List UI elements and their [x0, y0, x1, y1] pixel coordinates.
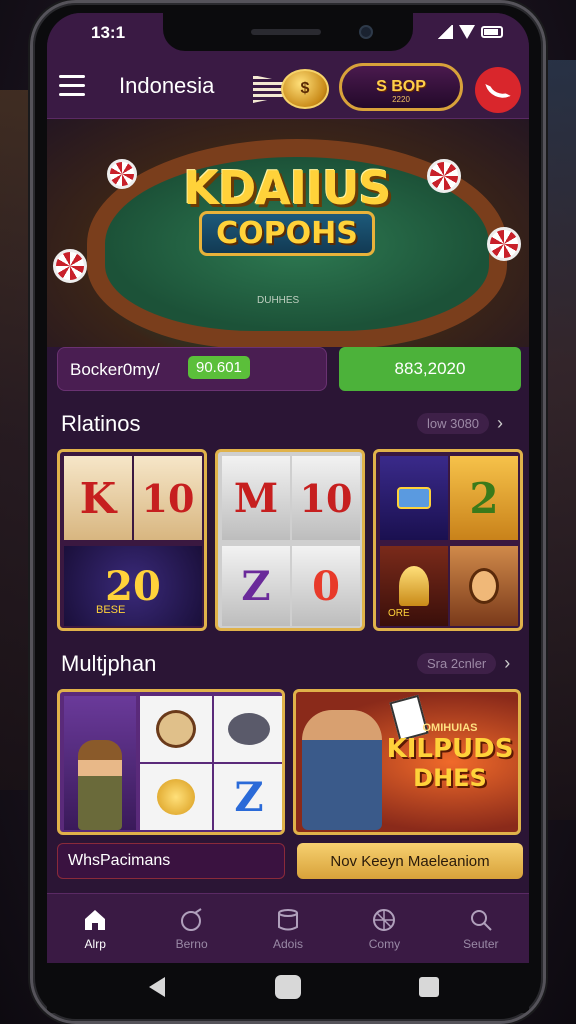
balance-panel: Bocker0my/ 90.601 — [57, 347, 327, 391]
recent-apps-icon[interactable] — [419, 977, 439, 997]
reel-symbol: 10 — [134, 456, 202, 540]
coin-bag-icon — [140, 764, 212, 830]
region-title: Indonesia — [119, 73, 215, 98]
reel-symbol: K — [64, 456, 132, 540]
chevron-right-icon: › — [497, 413, 504, 433]
coin-icon: $ — [281, 69, 329, 109]
hero-subtitle: DUHHES — [257, 295, 300, 306]
call-button[interactable] — [475, 67, 521, 113]
nav-label: Berno — [175, 936, 208, 951]
reel-label: ORE — [388, 608, 410, 619]
nav-item-community[interactable]: Comy — [336, 894, 432, 963]
game-name-button[interactable]: WhsPacimans — [57, 843, 285, 879]
promo-title: OMIHUIAS KILPUDS DHES — [384, 722, 516, 792]
section-title: Rlatinos — [61, 411, 141, 436]
app-header: Indonesia $ S BOP 2220 — [47, 53, 529, 119]
speaker-grille — [251, 29, 321, 35]
section-title: Multjphan — [61, 651, 157, 676]
promo-line3: DHES — [413, 764, 487, 792]
reel-label: BESE — [96, 604, 126, 616]
slot-machine-icon — [380, 456, 448, 540]
cup-icon — [278, 908, 299, 930]
see-all-label: low 3080 — [417, 413, 490, 434]
hero-title-line2: COPOHS — [199, 211, 375, 256]
balance-value: 90.601 — [188, 356, 250, 379]
home-icon — [85, 909, 106, 930]
hero-title-line1: KDAIIUS — [183, 161, 391, 215]
winged-coin-logo: $ — [253, 67, 341, 111]
back-icon[interactable] — [149, 977, 165, 997]
reel-symbol: 0 — [292, 546, 360, 626]
poker-chip-icon — [487, 227, 521, 261]
home-button-icon[interactable] — [275, 975, 301, 999]
slot-game-card[interactable]: M 10 Z 0 — [215, 449, 365, 631]
promo-banner-card[interactable]: OMIHUIAS KILPUDS DHES — [293, 689, 521, 835]
brand-subtext: 2220 — [392, 95, 410, 104]
ball-icon — [180, 907, 202, 931]
reel-symbol: 2 — [450, 456, 518, 540]
deposit-button[interactable]: 883,2020 — [339, 347, 521, 391]
wifi-icon — [459, 25, 475, 39]
menu-icon[interactable] — [59, 75, 85, 97]
signal-icon — [437, 25, 453, 39]
promo-line1: OMIHUIAS — [422, 722, 478, 734]
play-now-button[interactable]: Nov Keeyn Maeleaniom — [297, 843, 523, 879]
front-camera — [359, 25, 373, 39]
camera-notch — [163, 13, 413, 51]
nav-label: Alrp — [84, 936, 106, 951]
slot-game-card[interactable]: Z — [57, 689, 285, 835]
explorer-character — [64, 696, 136, 830]
see-all-link[interactable]: low 3080 › — [417, 413, 503, 434]
reel-symbol: 10 — [292, 456, 360, 540]
brand-badge[interactable]: S BOP 2220 — [339, 63, 463, 111]
hero-title: KDAIIUS COPOHS — [167, 161, 407, 256]
status-time: 13:1 — [91, 23, 126, 42]
chevron-right-icon: › — [504, 653, 511, 673]
see-all-label: Sra 2cnler — [417, 653, 497, 674]
promo-line2: KILPUDS — [386, 734, 514, 764]
phone-frame: 13:1 Indonesia $ S BOP 2220 KDAIIUS COPO… — [30, 0, 546, 1024]
nav-item-search[interactable]: Seuter — [433, 894, 529, 963]
nav-item-home[interactable]: Alrp — [47, 894, 143, 963]
poker-chip-icon — [53, 249, 87, 283]
nav-label: Seuter — [463, 936, 499, 951]
players-illustration — [302, 710, 382, 830]
poker-chip-icon — [107, 159, 137, 189]
dog-icon — [140, 696, 212, 762]
nav-label: Comy — [368, 936, 401, 951]
hero-banner[interactable]: KDAIIUS COPOHS DUHHES — [47, 119, 529, 347]
status-bar: 13:1 — [47, 13, 529, 53]
reel-symbol: Z — [222, 546, 290, 626]
globe-icon — [373, 908, 396, 931]
poker-chip-icon — [427, 159, 461, 193]
nav-label: Adois — [273, 936, 304, 951]
phone-icon — [485, 77, 511, 103]
balance-label: Bocker0my/ — [70, 360, 160, 379]
nav-item-games[interactable]: Adois — [240, 894, 336, 963]
character-portrait — [450, 546, 518, 626]
bottom-navigation: Alrp Berno Adois Comy Seuter — [47, 893, 529, 963]
reel-symbol: M — [222, 456, 290, 540]
slot-game-card[interactable]: 2 ORE — [373, 449, 523, 631]
status-icons — [437, 25, 503, 39]
reel-symbol: Z — [214, 764, 282, 830]
search-icon — [470, 909, 492, 931]
balance-row: Bocker0my/ 90.601 883,2020 — [57, 347, 521, 391]
system-navigation-bar — [47, 963, 529, 1013]
app-screen: 13:1 Indonesia $ S BOP 2220 KDAIIUS COPO… — [47, 13, 529, 963]
nav-item-sports[interactable]: Berno — [143, 894, 239, 963]
brand-text: S BOP — [376, 78, 426, 95]
slot-game-card[interactable]: K 10 20 BESE — [57, 449, 207, 631]
hippo-icon — [214, 696, 282, 762]
battery-icon — [481, 26, 503, 38]
reel-symbol: 20 — [64, 546, 202, 626]
see-all-link[interactable]: Sra 2cnler › — [417, 653, 510, 674]
